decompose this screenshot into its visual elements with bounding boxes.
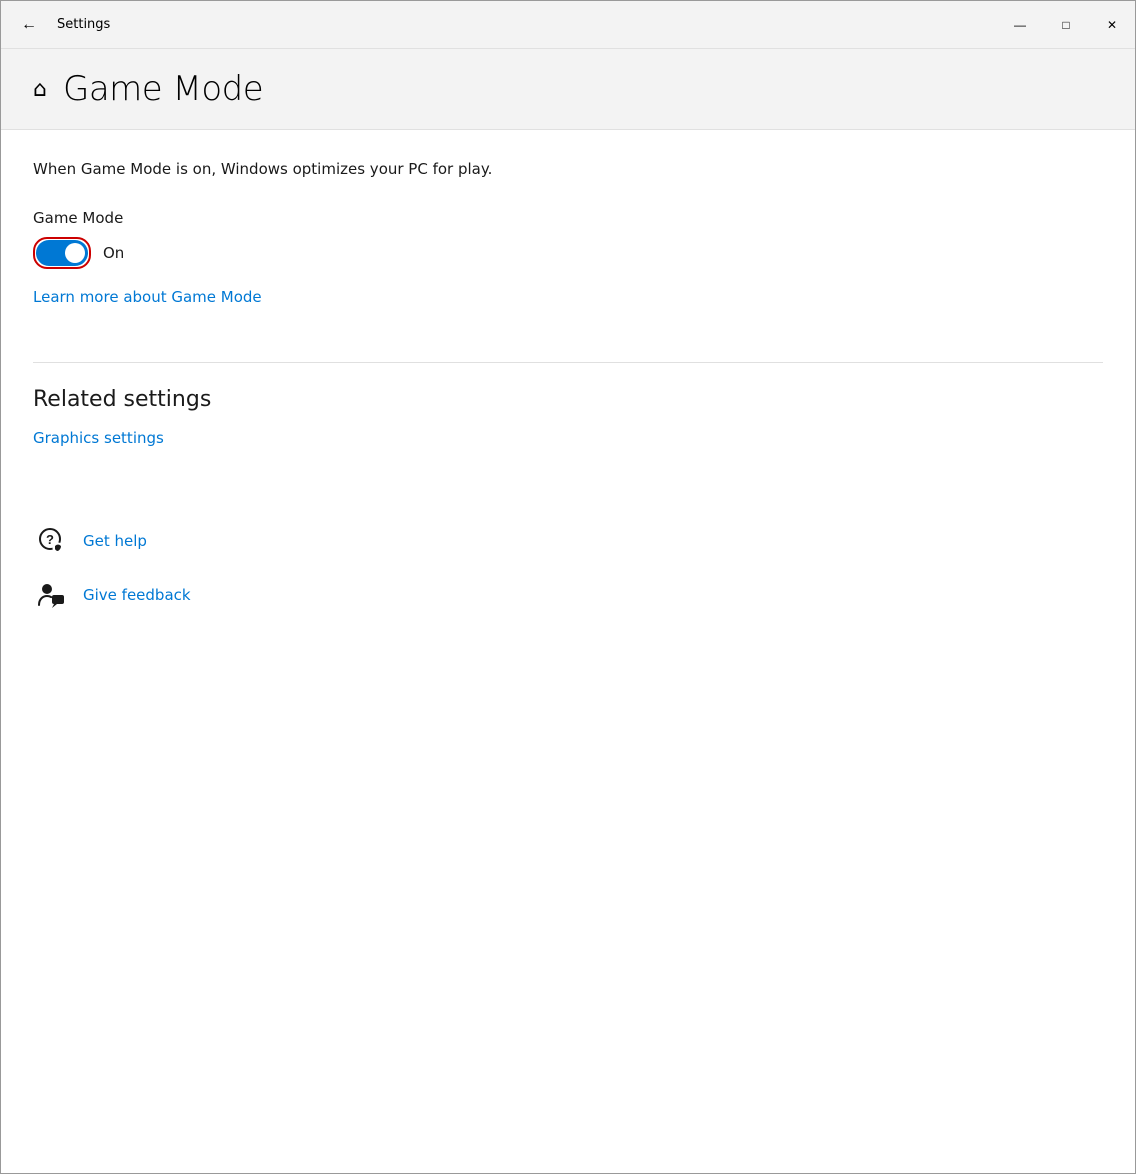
- home-icon: ⌂: [33, 77, 47, 102]
- divider: [33, 362, 1103, 363]
- title-bar: ← Settings — □ ✕: [1, 1, 1135, 49]
- give-feedback-icon: [33, 577, 69, 613]
- game-mode-toggle[interactable]: [36, 240, 88, 266]
- get-help-icon: ?: [33, 523, 69, 559]
- close-button[interactable]: ✕: [1089, 1, 1135, 49]
- give-feedback-link[interactable]: Give feedback: [83, 586, 191, 604]
- settings-window: ← Settings — □ ✕ ⌂ Game Mode When Game M…: [0, 0, 1136, 1174]
- learn-more-link[interactable]: Learn more about Game Mode: [33, 288, 262, 306]
- title-bar-title: Settings: [57, 17, 110, 32]
- give-feedback-row[interactable]: Give feedback: [33, 577, 1103, 613]
- back-button[interactable]: ←: [13, 10, 45, 40]
- related-settings-heading: Related settings: [33, 387, 1103, 412]
- title-bar-controls: — □ ✕: [997, 1, 1135, 49]
- title-bar-left: ← Settings: [13, 10, 110, 40]
- toggle-highlight: [33, 237, 91, 269]
- svg-text:?: ?: [46, 532, 54, 547]
- graphics-settings-link[interactable]: Graphics settings: [33, 429, 164, 447]
- main-content: When Game Mode is on, Windows optimizes …: [1, 130, 1135, 1173]
- toggle-knob: [65, 243, 85, 263]
- minimize-button[interactable]: —: [997, 1, 1043, 49]
- page-title: Game Mode: [63, 69, 263, 109]
- get-help-row[interactable]: ? Get help: [33, 523, 1103, 559]
- game-mode-label: Game Mode: [33, 209, 1103, 227]
- help-section: ? Get help Gi: [33, 523, 1103, 613]
- maximize-button[interactable]: □: [1043, 1, 1089, 49]
- toggle-state-label: On: [103, 244, 124, 262]
- description-text: When Game Mode is on, Windows optimizes …: [33, 158, 1103, 181]
- get-help-link[interactable]: Get help: [83, 532, 147, 550]
- page-header: ⌂ Game Mode: [1, 49, 1135, 130]
- toggle-row: On: [33, 237, 1103, 269]
